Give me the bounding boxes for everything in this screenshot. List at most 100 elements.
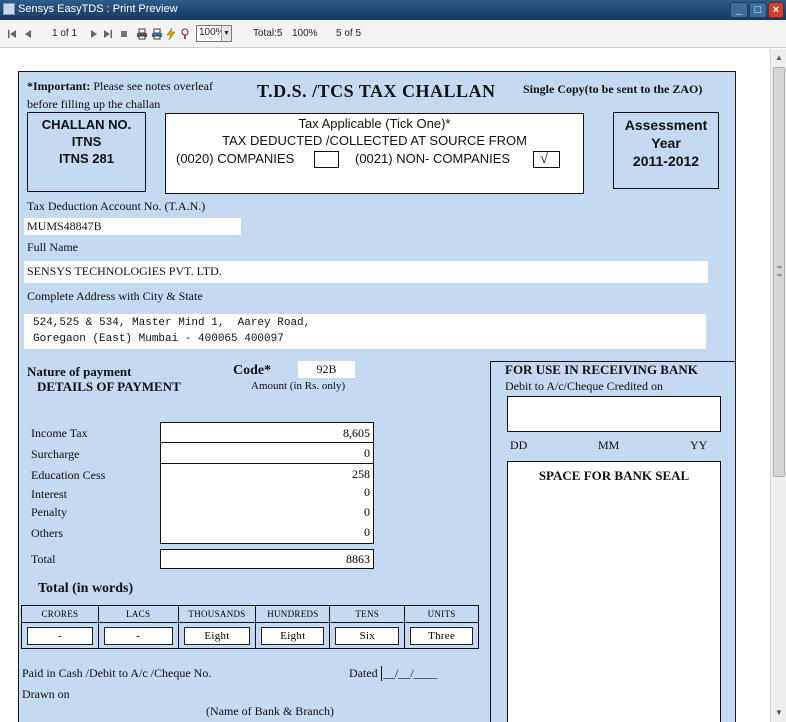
first-page-icon[interactable] <box>6 28 18 40</box>
year-label: Year <box>651 135 681 151</box>
search-icon[interactable] <box>179 28 191 40</box>
income-tax-amount[interactable]: 8,605 <box>343 426 370 441</box>
details-of-payment-label: DETAILS OF PAYMENT <box>37 379 181 394</box>
scroll-down-icon[interactable]: ▼ <box>772 706 786 720</box>
close-button[interactable]: × <box>768 2 784 18</box>
challan-no-label: CHALLAN NO. <box>41 117 132 132</box>
drawn-on-label: Drawn on <box>22 687 70 701</box>
nature-of-payment-label: Nature of payment <box>27 364 132 379</box>
tax-deducted-label: TAX DEDUCTED /COLLECTED AT SOURCE FROM <box>222 133 527 148</box>
companies-checkbox[interactable] <box>314 151 339 168</box>
preview-toolbar: 1 of 1 100% ▼ Total:5 100% 5 of 5 <box>0 20 786 48</box>
window-title: Sensys EasyTDS : Print Preview <box>18 3 178 15</box>
words-value-tens[interactable]: Six <box>335 626 400 645</box>
bank-seal-box: SPACE FOR BANK SEAL <box>507 461 721 722</box>
dated-label: Dated <box>349 666 378 680</box>
tan-field[interactable]: MUMS48847B <box>24 218 241 235</box>
payment-amounts-box: 8,605 0 258 0 0 0 <box>160 422 374 544</box>
stop-icon[interactable] <box>118 28 130 40</box>
words-cell-tens: Six <box>329 622 406 649</box>
non-companies-checkbox[interactable]: √ <box>533 151 560 168</box>
words-cell-thousands: Eight <box>177 622 257 649</box>
words-cell-lacs: - <box>97 622 179 649</box>
tax-applicable-box: Tax Applicable (Tick One)* TAX DEDUCTED … <box>165 113 584 194</box>
total-in-words-table: CRORES LACS THOUSANDS HUNDREDS TENS UNIT… <box>21 605 479 649</box>
address-label: Complete Address with City & State <box>27 289 203 303</box>
words-header-lacs: LACS <box>97 605 179 623</box>
words-cell-hundreds: Eight <box>255 622 331 649</box>
page-count-label: 5 of 5 <box>336 28 362 39</box>
page-indicator: 1 of 1 <box>52 28 78 39</box>
words-value-thousands[interactable]: Eight <box>183 626 251 645</box>
words-header-thousands: THOUSANDS <box>177 605 257 623</box>
code-label: Code* <box>233 363 272 378</box>
tan-value: MUMS48847B <box>27 219 102 233</box>
words-value-hundreds[interactable]: Eight <box>261 626 325 645</box>
words-header-crores: CRORES <box>21 605 99 623</box>
receiving-bank-title: FOR USE IN RECEIVING BANK <box>505 362 698 377</box>
vertical-scrollbar[interactable]: ▲ ▼ <box>770 49 786 722</box>
challan-page: *Important: Please see notes overleaf be… <box>18 71 736 722</box>
interest-amount[interactable]: 0 <box>364 485 370 500</box>
dd-label: DD <box>510 438 528 452</box>
companies-option-label: (0020) COMPANIES <box>176 151 295 166</box>
fullname-label: Full Name <box>27 240 78 254</box>
export-lightning-icon[interactable] <box>165 28 177 40</box>
itns-label: ITNS <box>71 134 102 149</box>
non-companies-option-label: (0021) NON- COMPANIES <box>355 151 511 166</box>
scroll-up-icon[interactable]: ▲ <box>772 51 786 65</box>
address-field[interactable]: 524,525 & 534, Master Mind 1, Aarey Road… <box>24 314 706 349</box>
amount-label: Amount (in Rs. only) <box>251 380 346 392</box>
fullname-field[interactable]: SENSYS TECHNOLOGIES PVT. LTD. <box>24 261 708 283</box>
yy-label: YY <box>690 438 708 452</box>
print-icon[interactable] <box>136 28 148 40</box>
assessment-label: Assessment <box>624 117 708 133</box>
code-field[interactable]: 92B <box>298 361 355 378</box>
total-in-words-label: Total (in words) <box>38 581 134 596</box>
copy-note: Single Copy(to be sent to the ZAO) <box>523 82 703 96</box>
important-text: Please see notes overleaf <box>93 79 213 93</box>
chevron-down-icon[interactable]: ▼ <box>221 26 231 41</box>
zoom-select[interactable]: 100% ▼ <box>196 25 232 42</box>
mm-label: MM <box>598 438 620 452</box>
total-label: Total:5 <box>253 28 283 39</box>
bank-branch-label: (Name of Bank & Branch) <box>206 704 334 718</box>
words-header-hundreds: HUNDREDS <box>255 605 331 623</box>
next-page-icon[interactable] <box>88 28 100 40</box>
window-title-bar: Sensys EasyTDS : Print Preview _ □ × <box>0 0 786 20</box>
words-value-lacs[interactable]: - <box>103 626 173 645</box>
address-line-1: 524,525 & 534, Master Mind 1, Aarey Road… <box>33 317 311 329</box>
others-amount[interactable]: 0 <box>364 525 370 540</box>
zoom-percent-label: 100% <box>292 28 318 39</box>
total-amount[interactable]: 8863 <box>346 552 370 567</box>
credited-on-field[interactable] <box>507 396 721 432</box>
total-amount-box: 8863 <box>160 549 374 569</box>
words-value-units[interactable]: Three <box>410 626 473 645</box>
interest-label: Interest <box>31 487 67 501</box>
minimize-button[interactable]: _ <box>730 2 748 18</box>
paid-in-label: Paid in Cash /Debit to A/c /Cheque No. <box>22 666 212 680</box>
important-note-2: before filling up the challan <box>27 97 161 111</box>
tan-label: Tax Deduction Account No. (T.A.N.) <box>27 199 206 213</box>
words-value-crores[interactable]: - <box>27 626 93 645</box>
words-cell-crores: - <box>21 622 99 649</box>
maximize-button[interactable]: □ <box>749 2 767 18</box>
fullname-value: SENSYS TECHNOLOGIES PVT. LTD. <box>27 264 222 278</box>
itns-number: ITNS 281 <box>59 151 114 166</box>
surcharge-amount[interactable]: 0 <box>364 446 370 461</box>
penalty-amount[interactable]: 0 <box>364 505 370 520</box>
important-note: *Important: Please see notes overleaf <box>27 79 213 94</box>
last-page-icon[interactable] <box>102 28 114 40</box>
education-cess-amount[interactable]: 258 <box>352 467 370 482</box>
dated-value[interactable]: __/__/____ <box>381 666 438 681</box>
tick-mark: √ <box>540 151 549 167</box>
assessment-year-value: 2011-2012 <box>632 153 700 169</box>
income-tax-label: Income Tax <box>31 426 88 440</box>
previous-page-icon[interactable] <box>22 28 34 40</box>
penalty-label: Penalty <box>31 505 67 519</box>
challan-title: T.D.S. /TCS TAX CHALLAN <box>257 81 496 101</box>
print-setup-icon[interactable] <box>151 28 163 40</box>
bank-panel-divider <box>490 361 491 722</box>
challan-number-box: CHALLAN NO. ITNS ITNS 281 <box>27 112 146 192</box>
scrollbar-thumb[interactable] <box>773 67 785 477</box>
